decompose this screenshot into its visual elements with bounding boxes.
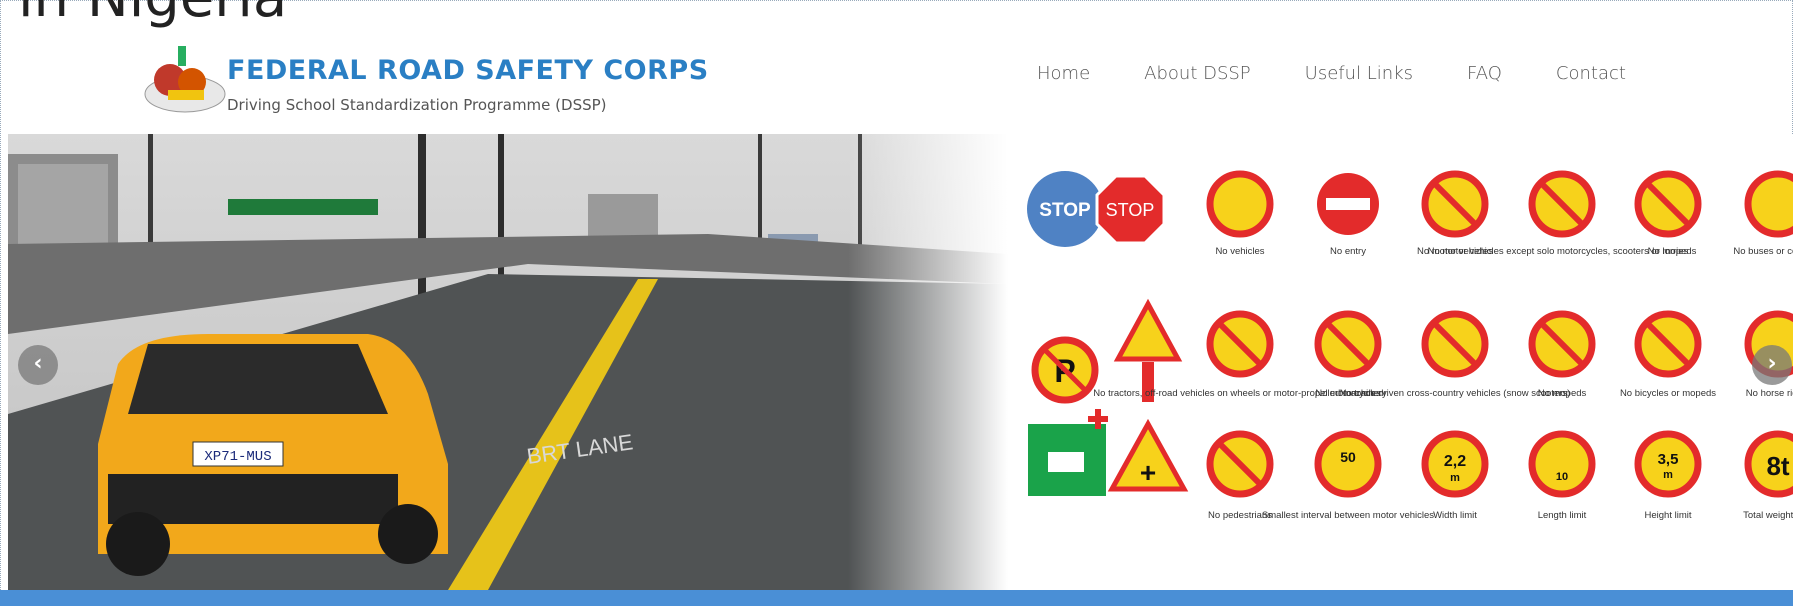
hero-image: BRT LANE XP71-MUS STOP STOP No vehicles … xyxy=(8,134,1793,590)
nav-home[interactable]: Home xyxy=(1037,63,1090,84)
sign-label-no-track-driven: No track-driven cross-country vehicles (… xyxy=(1340,388,1571,399)
length-value: 10 xyxy=(1556,471,1568,483)
sign-label-no-entry: No entry xyxy=(1330,246,1366,257)
slider-next-icon[interactable]: › xyxy=(1752,345,1792,385)
taxi: XP71-MUS xyxy=(98,334,448,576)
svg-text:+: + xyxy=(1140,457,1156,488)
sign-label-height-limit: Height limit xyxy=(1645,510,1692,521)
sign-label-no-horse-riding: No horse riding xyxy=(1746,388,1793,399)
sign-label-no-bicycles: No bicycles or mopeds xyxy=(1620,388,1716,399)
brand-name[interactable]: FEDERAL ROAD SAFETY CORPS xyxy=(227,55,709,86)
width-unit: m xyxy=(1450,472,1460,484)
sign-label-smallest-interval: Smallest interval between motor vehicles xyxy=(1262,510,1434,521)
sign-label-no-lorries: No lorries xyxy=(1648,246,1689,257)
slide-title: in Nigeria xyxy=(18,0,287,26)
nav-useful-links[interactable]: Useful Links xyxy=(1305,63,1413,84)
sign-label-no-mopeds: No mopeds xyxy=(1538,388,1587,399)
height-unit: m xyxy=(1663,469,1673,481)
sign-label-total-weight: Total weight limit xyxy=(1743,510,1793,521)
stop-sign-round: STOP xyxy=(1039,200,1091,221)
license-plate: XP71-MUS xyxy=(204,449,271,465)
hero-slider: BRT LANE XP71-MUS STOP STOP No vehicles … xyxy=(8,134,1793,590)
sign-label-no-vehicles: No vehicles xyxy=(1215,246,1264,257)
main-nav: Home About DSSP Useful Links FAQ Contact xyxy=(1037,63,1680,84)
frsc-logo[interactable] xyxy=(140,42,230,120)
nav-contact[interactable]: Contact xyxy=(1556,63,1626,84)
nav-about-dssp[interactable]: About DSSP xyxy=(1144,63,1251,84)
slider-prev-icon[interactable]: ‹ xyxy=(18,345,58,385)
interval-value: 50 xyxy=(1340,449,1356,465)
sign-label-length-limit: Length limit xyxy=(1538,510,1587,521)
brand-subtitle: Driving School Standardization Programme… xyxy=(227,96,607,114)
weight-value: 8t xyxy=(1766,451,1789,481)
sign-label-no-buses: No buses or coaches xyxy=(1733,246,1793,257)
accent-bar xyxy=(0,590,1793,606)
height-value: 3,5 xyxy=(1658,451,1679,468)
sign-label-width-limit: Width limit xyxy=(1433,510,1477,521)
width-value: 2,2 xyxy=(1444,453,1466,470)
nav-faq[interactable]: FAQ xyxy=(1467,63,1502,84)
stop-sign-octagon: STOP xyxy=(1106,200,1155,220)
